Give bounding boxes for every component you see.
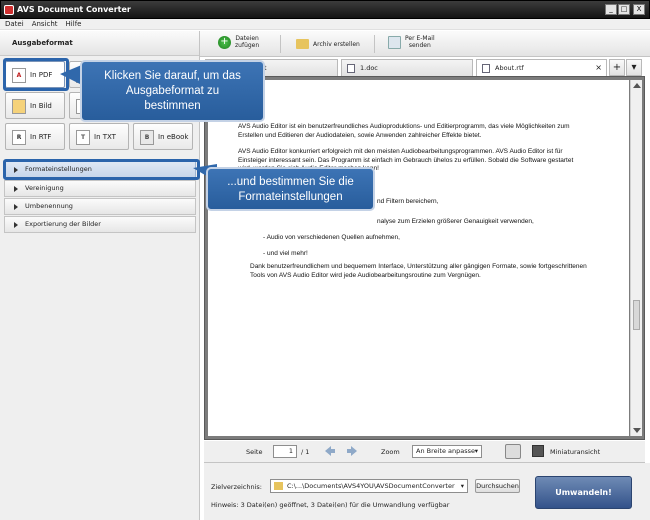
thumbnails-icon[interactable] <box>532 445 544 457</box>
txt-icon: T <box>76 130 90 145</box>
new-tab-button[interactable]: + <box>609 59 625 76</box>
add-icon: + <box>218 35 231 49</box>
document-tabs: t 1.doc About.rtf × + ▾ <box>205 59 645 76</box>
format-ebook-button[interactable]: B In eBook <box>133 123 193 150</box>
output-format-header: Ausgabeformat <box>0 31 199 56</box>
scroll-up-icon[interactable] <box>633 83 641 88</box>
close-tab-icon[interactable]: × <box>595 60 602 76</box>
section-export-images[interactable]: Exportierung der Bilder <box>4 216 196 233</box>
send-email-button[interactable]: Per E-Mail senden <box>388 35 435 49</box>
page-label: Seite <box>246 448 263 456</box>
print-icon[interactable] <box>505 444 521 459</box>
menu-bar: Datei Ansicht Hilfe <box>0 19 650 30</box>
hint-text: Hinweis: 3 Datei(en) geöffnet, 3 Datei(e… <box>211 501 450 509</box>
menu-ansicht[interactable]: Ansicht <box>32 19 58 29</box>
tab-1-doc[interactable]: 1.doc <box>341 59 473 76</box>
document-viewer: AVS Audio Editor ist ein benutzerfreundl… <box>204 76 645 440</box>
document-page: AVS Audio Editor ist ein benutzerfreundl… <box>208 80 629 436</box>
toolbar: + Dateien zufügen Archiv erstellen Per E-… <box>200 31 650 57</box>
ebook-icon: B <box>140 130 154 145</box>
callout-output-format: Klicken Sie darauf, um das Ausgabeformat… <box>80 60 265 122</box>
zoom-label: Zoom <box>381 448 400 456</box>
thumbnails-label[interactable]: Miniaturansicht <box>550 448 600 456</box>
folder-icon <box>274 482 283 490</box>
window-title: AVS Document Converter <box>17 5 131 14</box>
section-merge[interactable]: Vereinigung <box>4 180 196 197</box>
add-files-button[interactable]: + Dateien zufügen <box>218 35 259 49</box>
zoom-dropdown[interactable]: An Breite anpasse ▾ <box>412 445 482 458</box>
menu-datei[interactable]: Datei <box>5 19 24 29</box>
chevron-down-icon: ▾ <box>460 482 464 490</box>
vertical-scrollbar[interactable] <box>630 80 642 436</box>
minimize-button[interactable]: _ <box>605 4 617 15</box>
title-bar: AVS Document Converter _ □ X <box>0 0 650 19</box>
page-navigation-bar: Seite 1 / 1 Zoom An Breite anpasse ▾ Min… <box>204 441 645 463</box>
close-button[interactable]: X <box>633 4 645 15</box>
email-icon <box>388 35 401 49</box>
format-settings-highlight-frame <box>3 159 200 180</box>
archive-folder-icon <box>296 39 309 49</box>
create-archive-button[interactable]: Archiv erstellen <box>296 39 360 49</box>
image-icon <box>12 99 26 114</box>
next-page-icon[interactable] <box>346 446 358 456</box>
document-icon <box>347 64 355 73</box>
page-number-input[interactable]: 1 <box>273 445 297 458</box>
page-total: / 1 <box>301 448 310 456</box>
callout-format-settings: ...und bestimmen Sie die Formateinstellu… <box>206 167 375 211</box>
scroll-thumb[interactable] <box>633 300 640 330</box>
tab-about-rtf[interactable]: About.rtf × <box>476 59 607 76</box>
target-folder-label: Zielverzeichnis: <box>211 483 262 491</box>
previous-page-icon[interactable] <box>324 446 336 456</box>
expand-arrow-icon <box>14 186 18 192</box>
format-txt-button[interactable]: T In TXT <box>69 123 129 150</box>
menu-hilfe[interactable]: Hilfe <box>66 19 82 29</box>
format-rtf-button[interactable]: R In RTF <box>5 123 65 150</box>
chevron-down-icon: ▾ <box>474 447 478 455</box>
format-image-button[interactable]: In Bild <box>5 92 65 119</box>
bottom-panel: Zielverzeichnis: C:\...\Documents\AVS4YO… <box>204 463 650 520</box>
rtf-icon: R <box>12 130 26 145</box>
maximize-button[interactable]: □ <box>618 4 630 15</box>
expand-arrow-icon <box>14 222 18 228</box>
expand-arrow-icon <box>14 204 18 210</box>
tab-menu-button[interactable]: ▾ <box>626 59 642 76</box>
app-icon <box>4 5 14 15</box>
convert-button[interactable]: Umwandeln! <box>535 476 632 509</box>
section-rename[interactable]: Umbenennung <box>4 198 196 215</box>
scroll-down-icon[interactable] <box>633 428 641 433</box>
target-folder-dropdown[interactable]: C:\...\Documents\AVS4YOU\AVSDocumentConv… <box>270 479 468 493</box>
document-icon <box>482 64 490 73</box>
browse-button[interactable]: Durchsuchen <box>475 479 520 493</box>
